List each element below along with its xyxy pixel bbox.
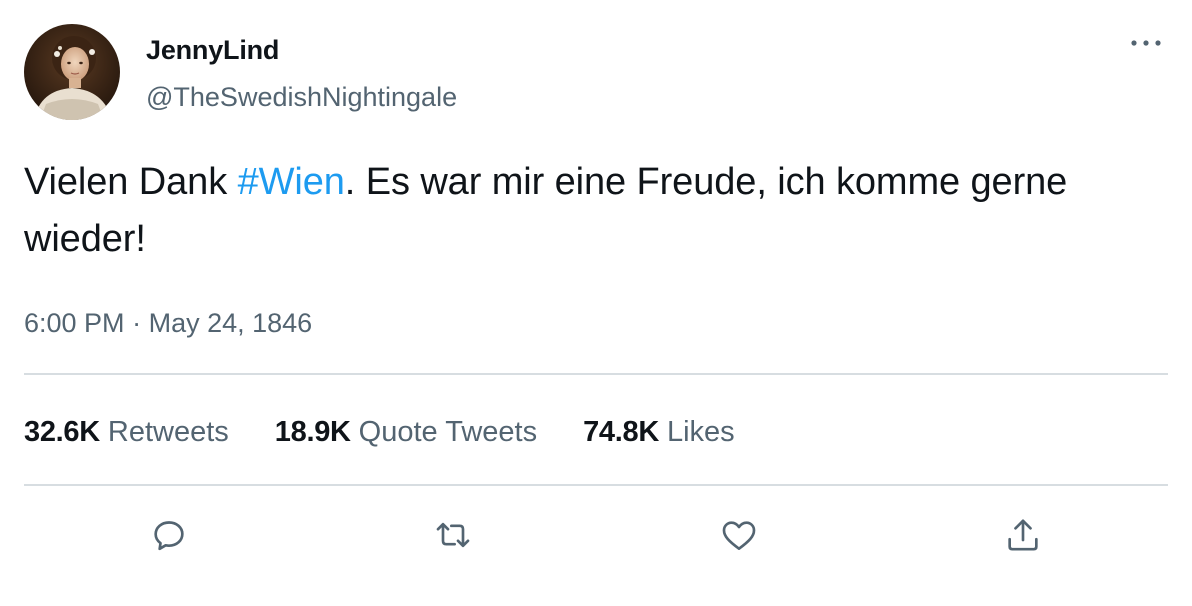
avatar[interactable] [24, 24, 120, 120]
more-options-icon [1131, 40, 1161, 46]
retweet-button[interactable] [428, 510, 478, 560]
retweets-stat[interactable]: 32.6K Retweets [24, 414, 229, 450]
divider [24, 373, 1168, 375]
more-options-button[interactable] [1124, 28, 1168, 58]
timestamp: 6:00 PM · May 24, 1846 [24, 306, 312, 340]
user-handle[interactable]: @TheSwedishNightingale [146, 80, 457, 114]
tweet-text: Vielen Dank #Wien. Es war mir eine Freud… [24, 154, 1164, 268]
heart-icon [722, 521, 756, 550]
tweet-time[interactable]: 6:00 PM [24, 308, 125, 338]
portrait-avatar-icon [24, 24, 120, 120]
hashtag-link[interactable]: #Wien [238, 161, 345, 203]
divider [24, 484, 1168, 486]
quote-tweets-label: Quote Tweets [358, 416, 538, 448]
quote-tweets-stat[interactable]: 18.9K Quote Tweets [275, 414, 537, 450]
tweet-date[interactable]: May 24, 1846 [149, 308, 313, 338]
reply-icon [154, 521, 184, 551]
share-icon [1008, 519, 1038, 551]
retweets-label: Retweets [107, 416, 229, 448]
quote-tweets-count: 18.9K [274, 416, 351, 448]
engagement-stats: 32.6K Retweets 18.9K Quote Tweets 74.8K … [24, 414, 781, 450]
likes-count: 74.8K [583, 416, 659, 448]
likes-label: Likes [666, 416, 735, 448]
likes-stat[interactable]: 74.8K Likes [583, 414, 735, 450]
timestamp-separator: · [132, 308, 142, 338]
reply-button[interactable] [144, 510, 194, 560]
retweets-count: 32.6K [24, 416, 100, 448]
like-button[interactable] [714, 510, 764, 560]
retweet-icon [436, 522, 470, 548]
display-name[interactable]: JennyLind [146, 33, 279, 67]
tweet-card: JennyLind @TheSwedishNightingale Vielen … [0, 0, 1192, 606]
share-button[interactable] [998, 510, 1048, 560]
tweet-text-start: Vielen Dank [24, 161, 238, 203]
